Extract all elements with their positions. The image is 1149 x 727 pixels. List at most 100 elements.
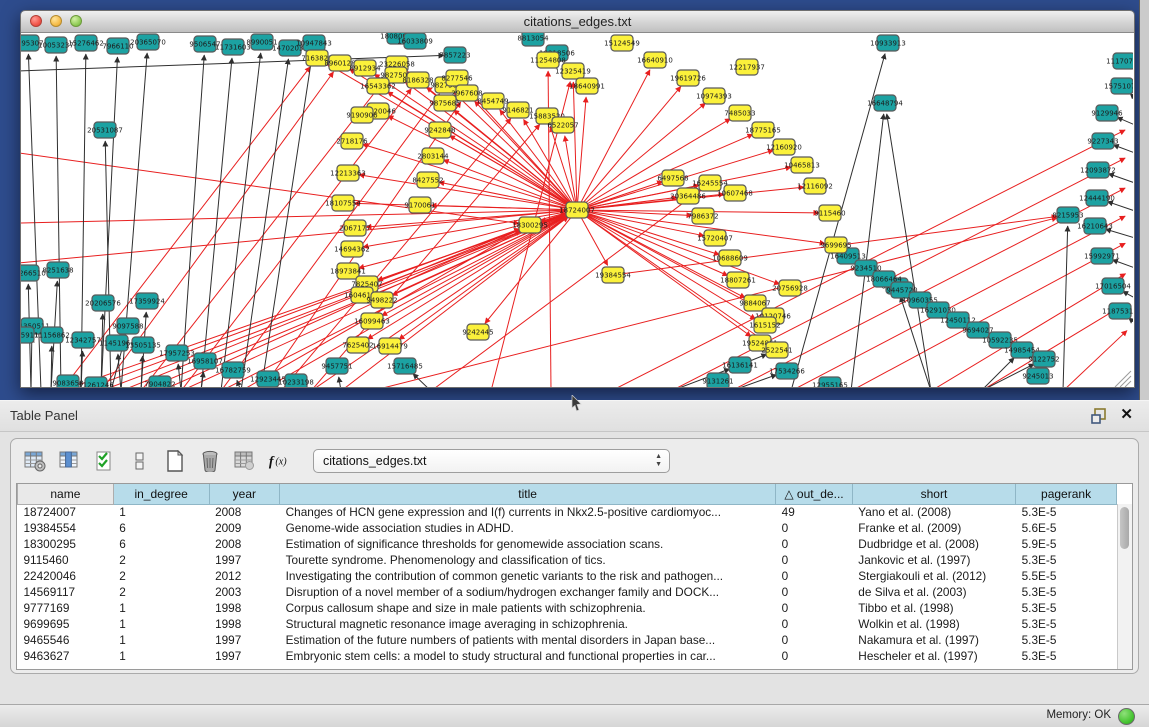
- unselect-columns-icon[interactable]: [128, 449, 152, 473]
- graph-node[interactable]: 2718176: [336, 133, 368, 149]
- column-header-year[interactable]: year: [209, 484, 280, 504]
- graph-node[interactable]: 11170774: [1106, 53, 1133, 69]
- column-header-out_de[interactable]: △ out_de...: [776, 484, 853, 504]
- graph-node[interactable]: 8251638: [42, 262, 73, 278]
- resize-grip[interactable]: [1125, 381, 1131, 387]
- close-panel-icon[interactable]: ✕: [1120, 407, 1133, 423]
- graph-node[interactable]: 16210643: [1077, 218, 1113, 234]
- column-header-pagerank[interactable]: pagerank: [1016, 484, 1117, 504]
- graph-node[interactable]: 18640991: [569, 78, 605, 94]
- graph-node[interactable]: 9242445: [462, 324, 493, 340]
- graph-node[interactable]: 2522541: [761, 342, 792, 358]
- graph-node[interactable]: 16640910: [637, 52, 673, 68]
- delete-table-icon[interactable]: [198, 449, 222, 473]
- graph-node[interactable]: 9122752: [1028, 351, 1059, 367]
- column-header-in_degree[interactable]: in_degree: [113, 484, 209, 504]
- table-selector-dropdown[interactable]: citations_edges.txt ▲▼: [313, 449, 670, 473]
- graph-node[interactable]: 6522057: [547, 117, 578, 133]
- graph-node[interactable]: 1615152: [749, 317, 780, 333]
- graph-node[interactable]: 9498222: [366, 292, 397, 308]
- graph-node[interactable]: 2803144: [417, 148, 449, 164]
- graph-node[interactable]: 9227343: [1087, 133, 1118, 149]
- graph-node[interactable]: 7904822: [144, 376, 175, 387]
- graph-node[interactable]: 2067177: [339, 220, 370, 236]
- table-row[interactable]: 1938455462009Genome-wide association stu…: [18, 520, 1117, 536]
- graph-node[interactable]: 17016504: [1095, 278, 1131, 294]
- graph-node[interactable]: 9699695: [820, 237, 851, 253]
- table-row[interactable]: 977716911998Corpus callosum shape and si…: [18, 600, 1117, 616]
- graph-node[interactable]: 15720407: [697, 230, 733, 246]
- graph-node[interactable]: 20365070: [130, 34, 166, 50]
- graph-node[interactable]: 9129946: [1091, 105, 1123, 121]
- table-row[interactable]: 1830029562008Estimation of significance …: [18, 536, 1117, 552]
- table-row[interactable]: 911546021997Tourette syndrome. Phenomeno…: [18, 552, 1117, 568]
- graph-node[interactable]: 7966110: [102, 38, 133, 54]
- graph-node[interactable]: 15124549: [604, 35, 640, 51]
- graph-node[interactable]: 19384554: [595, 267, 631, 283]
- graph-node[interactable]: 7485033: [724, 105, 755, 121]
- graph-node[interactable]: 9190906: [346, 107, 378, 123]
- graph-node[interactable]: 15992971: [1084, 248, 1120, 264]
- graph-node[interactable]: 9131261: [702, 373, 733, 387]
- graph-node[interactable]: 10974393: [696, 88, 732, 104]
- graph-node[interactable]: 12093872: [1080, 162, 1116, 178]
- graph-node[interactable]: 12213363: [330, 165, 366, 181]
- graph-node[interactable]: 12116092: [797, 178, 833, 194]
- function-builder-icon[interactable]: f(x): [268, 449, 292, 473]
- column-header-title[interactable]: title: [280, 484, 776, 504]
- graph-node[interactable]: 8186328: [402, 72, 433, 88]
- window-titlebar[interactable]: citations_edges.txt: [21, 11, 1134, 33]
- graph-node[interactable]: 15716485: [387, 358, 423, 374]
- graph-node[interactable]: 10465813: [784, 157, 820, 173]
- graph-node[interactable]: 8427552: [412, 172, 443, 188]
- network-canvas[interactable]: 1872400718300295169530710053237152764627…: [21, 33, 1134, 387]
- graph-node[interactable]: 7857223: [439, 47, 470, 63]
- graph-node[interactable]: 9115460: [814, 205, 845, 221]
- select-all-columns-icon[interactable]: [93, 449, 117, 473]
- graph-node[interactable]: 10688609: [712, 250, 748, 266]
- graph-node[interactable]: 20206576: [85, 295, 121, 311]
- graph-node[interactable]: 7986372: [687, 208, 718, 224]
- graph-node[interactable]: 10933913: [870, 35, 906, 51]
- graph-node[interactable]: 17534266: [769, 363, 805, 379]
- memory-status-indicator[interactable]: [1118, 708, 1135, 725]
- table-row[interactable]: 2242004622012Investigating the contribut…: [18, 568, 1117, 584]
- graph-node[interactable]: 9097588: [112, 318, 143, 334]
- scrollbar-thumb[interactable]: [1120, 507, 1129, 549]
- table-row[interactable]: 946554611997Estimation of the future num…: [18, 632, 1117, 648]
- show-columns-icon[interactable]: [58, 449, 82, 473]
- graph-node[interactable]: 11875312: [1102, 303, 1133, 319]
- column-header-short[interactable]: short: [852, 484, 1015, 504]
- table-settings-icon[interactable]: [23, 449, 47, 473]
- new-table-icon[interactable]: [163, 449, 187, 473]
- graph-node[interactable]: 9170061: [404, 197, 435, 213]
- graph-node[interactable]: 11261246: [78, 377, 114, 387]
- graph-node[interactable]: 12217937: [729, 59, 765, 75]
- graph-node[interactable]: 12160920: [766, 139, 802, 155]
- graph-node[interactable]: 20531087: [87, 122, 123, 138]
- import-table-icon[interactable]: [233, 449, 257, 473]
- graph-node[interactable]: 8813054: [517, 33, 549, 46]
- graph-node[interactable]: 8277546: [441, 70, 473, 86]
- graph-node[interactable]: 14694362: [334, 241, 370, 257]
- resize-grip[interactable]: [1120, 376, 1131, 387]
- table-row[interactable]: 1456911722003Disruption of a novel membe…: [18, 584, 1117, 600]
- graph-node[interactable]: 9457751: [321, 358, 352, 374]
- graph-node[interactable]: 9242848: [424, 122, 455, 138]
- graph-node[interactable]: 19619726: [670, 70, 706, 86]
- table-row[interactable]: 969969511998Structural magnetic resonanc…: [18, 616, 1117, 632]
- graph-node[interactable]: 12325419: [555, 63, 591, 79]
- table-row[interactable]: 1872400712008Changes of HCN gene express…: [18, 504, 1117, 520]
- graph-node[interactable]: 9245013: [1022, 368, 1053, 384]
- graph-node[interactable]: 16136141: [722, 357, 758, 373]
- graph-node[interactable]: 12444190: [1079, 190, 1115, 206]
- graph-node[interactable]: 6497568: [657, 170, 688, 186]
- graph-node[interactable]: 8215953: [1052, 207, 1083, 223]
- graph-node[interactable]: 16914479: [372, 338, 408, 354]
- graph-node[interactable]: 15751074: [1104, 78, 1133, 94]
- graph-node[interactable]: 7625402: [342, 337, 373, 353]
- table-scrollbar[interactable]: [1117, 504, 1132, 669]
- table-row[interactable]: 946362711997Embryonic stem cells: a mode…: [18, 648, 1117, 664]
- graph-node[interactable]: 12955165: [812, 377, 848, 387]
- column-header-name[interactable]: name: [18, 484, 114, 504]
